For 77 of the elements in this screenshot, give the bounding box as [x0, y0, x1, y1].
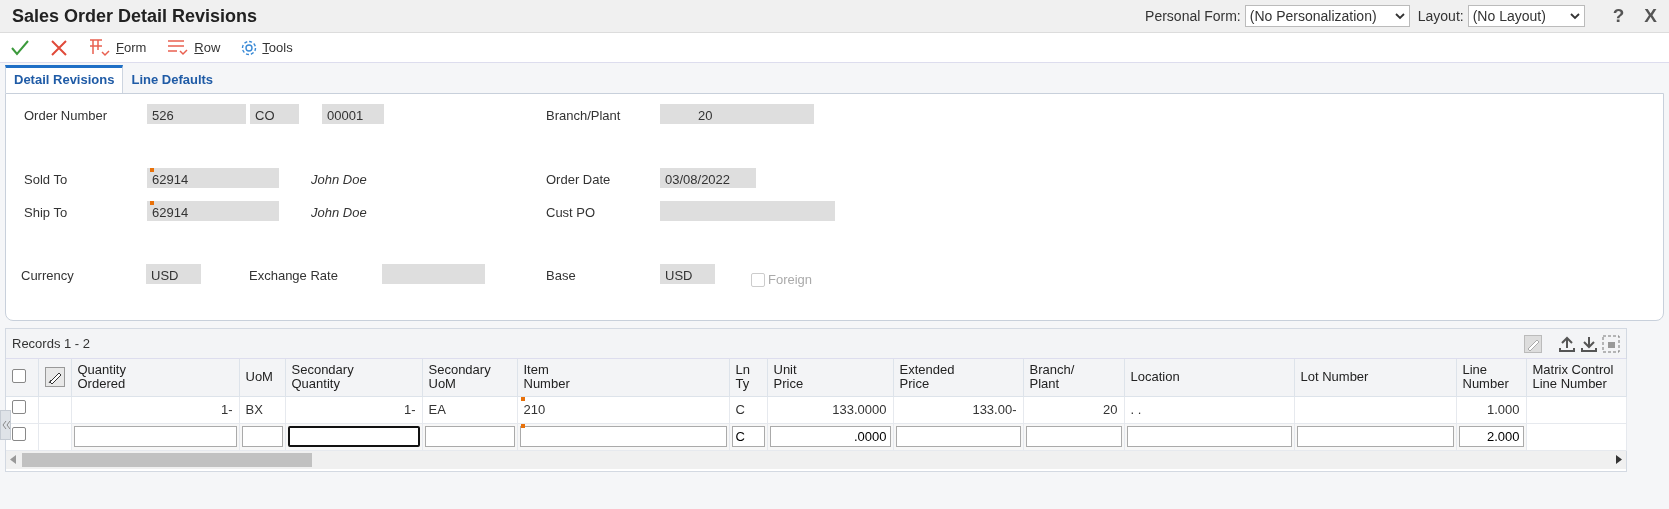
table-cell-text: 1.000 [1485, 400, 1520, 419]
row-checkbox[interactable] [12, 426, 26, 441]
field-label: Currency [21, 267, 74, 285]
chevron-down-icon [1569, 12, 1580, 20]
input-field[interactable]: 20 [660, 104, 814, 124]
cell-input[interactable]: C [731, 426, 765, 447]
table-cell-text: . . [1130, 400, 1143, 419]
table-cell-text: BX [245, 400, 264, 419]
table-cell-text: 20 [1102, 400, 1118, 419]
row-menu-icon [166, 37, 191, 58]
table-cell-text: 133.0000 [831, 400, 887, 419]
cell-input[interactable] [424, 426, 515, 447]
input-field[interactable]: USD [146, 264, 201, 284]
cell-input[interactable] [1126, 426, 1292, 447]
tab[interactable]: Line Defaults [123, 65, 222, 93]
cell-input[interactable] [287, 426, 420, 447]
input-field[interactable]: 03/08/2022 [660, 168, 756, 188]
collapse-handle[interactable] [0, 410, 11, 440]
input-field[interactable]: 526 [147, 104, 246, 124]
cell-input[interactable] [895, 426, 1021, 447]
name-text: John Doe [311, 171, 367, 189]
form-menu-button[interactable]: Form [82, 37, 153, 58]
field-label: Branch/Plant [546, 107, 621, 125]
cell-input[interactable] [1025, 426, 1122, 447]
records-count: Records 1 - 2 [12, 334, 91, 353]
table-cell-text: C [735, 400, 746, 419]
tools-menu-button[interactable]: Tools [234, 37, 299, 58]
name-text: John Doe [311, 204, 367, 222]
table-cell-text: EA [428, 400, 447, 419]
input-field[interactable] [382, 264, 485, 284]
cell-input[interactable]: .0000 [769, 426, 891, 447]
table-cell-text: 210 [523, 400, 547, 419]
cell-input[interactable] [519, 426, 727, 447]
input-field[interactable]: 00001 [322, 104, 384, 124]
input-field[interactable]: 62914 [147, 201, 279, 221]
gear-icon [240, 38, 259, 57]
row-checkbox[interactable] [12, 399, 26, 414]
personal-form-dropdown[interactable]: (No Personalization) [1244, 5, 1410, 27]
layout-dropdown[interactable]: (No Layout) [1467, 5, 1585, 27]
cell-input[interactable] [241, 426, 283, 447]
ok-icon [10, 38, 30, 57]
field-label: Order Number [24, 107, 108, 125]
help-button[interactable]: ? [1612, 1, 1625, 31]
personal-form-label: Personal Form: [1145, 6, 1241, 26]
scroll-left-icon[interactable] [10, 455, 16, 464]
field-label: Exchange Rate [249, 267, 338, 285]
scroll-right-icon[interactable] [1616, 455, 1622, 464]
double-chevron-left-icon [1, 420, 10, 430]
input-field[interactable]: CO [250, 104, 299, 124]
cell-input[interactable] [73, 426, 237, 447]
tab[interactable]: Detail Revisions [5, 64, 124, 93]
table-cell-text: 1- [402, 400, 416, 419]
field-label: Base [546, 267, 576, 285]
field-label: Order Date [546, 171, 611, 189]
edit-icon[interactable] [44, 367, 65, 388]
input-field[interactable] [660, 201, 835, 221]
select-all-checkbox[interactable] [12, 368, 26, 383]
input-field[interactable]: 62914 [147, 168, 279, 188]
window-title: Sales Order Detail Revisions [12, 4, 258, 28]
field-label: Sold To [24, 171, 68, 189]
table-cell-text: 133.00- [971, 400, 1017, 419]
layout-label: Layout: [1417, 6, 1464, 26]
cell-input[interactable] [1296, 426, 1454, 447]
close-button[interactable]: X [1644, 1, 1657, 31]
table-cell-text: 1- [219, 400, 233, 419]
cancel-icon [50, 38, 68, 57]
scrollbar-thumb[interactable] [22, 452, 312, 467]
checkbox-label: Foreign [768, 271, 813, 289]
cell-input[interactable]: 2.000 [1458, 426, 1524, 447]
input-field[interactable]: USD [660, 264, 715, 284]
field-label: Ship To [24, 204, 68, 222]
chevron-down-icon [1394, 12, 1405, 20]
form-menu-icon [88, 37, 112, 58]
upload-icon[interactable] [1558, 334, 1576, 353]
field-label: Cust PO [546, 204, 596, 222]
download-icon[interactable] [1580, 334, 1598, 353]
row-menu-button[interactable]: Row [160, 37, 227, 58]
